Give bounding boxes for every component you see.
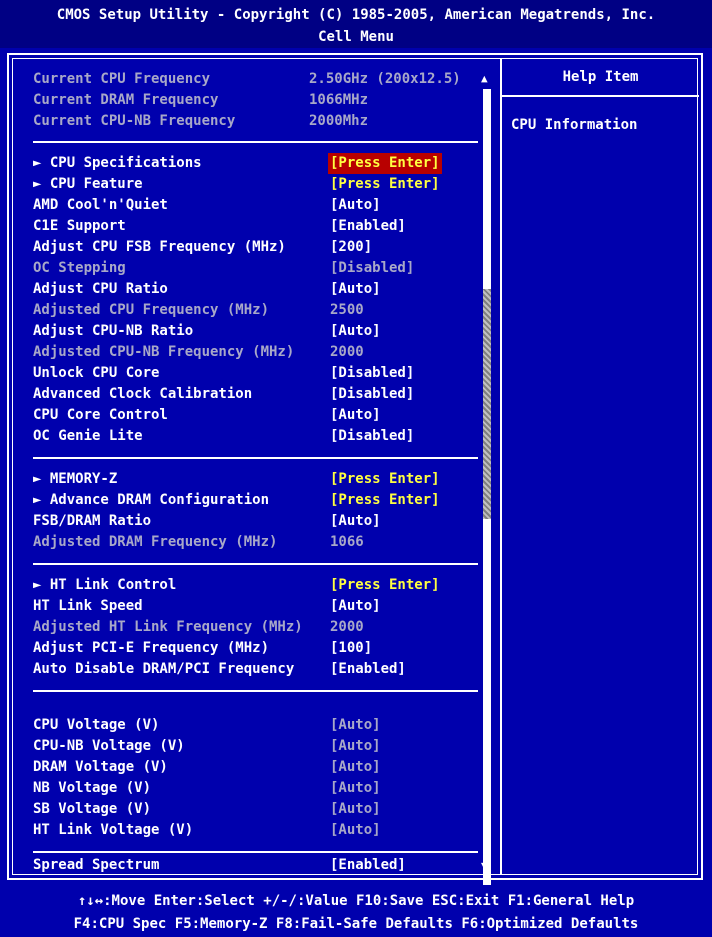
setting-label: Adjust CPU FSB Frequency (MHz) bbox=[33, 239, 286, 255]
menu-item-value[interactable]: [Press Enter] bbox=[330, 174, 440, 195]
readout-value: 1066 bbox=[330, 534, 364, 550]
setting-value[interactable]: [Enabled] bbox=[330, 659, 406, 680]
menu-item-label: ► Advance DRAM Configuration bbox=[33, 492, 270, 508]
setting-label: Adjust CPU Ratio bbox=[33, 281, 168, 297]
setting-label: HT Link Voltage (V) bbox=[33, 822, 194, 838]
setting-value[interactable]: [Auto] bbox=[330, 511, 381, 532]
menu-item-label: ► CPU Specifications bbox=[33, 155, 202, 171]
setting-value[interactable]: [Enabled] bbox=[330, 855, 406, 876]
readout-label: Adjusted CPU Frequency (MHz) bbox=[33, 302, 270, 318]
copyright-title: CMOS Setup Utility - Copyright (C) 1985-… bbox=[56, 7, 656, 23]
readout-label: Adjusted HT Link Frequency (MHz) bbox=[33, 619, 303, 635]
setting-value[interactable]: [Auto] bbox=[330, 757, 381, 778]
menu-item-value-selected[interactable]: [Press Enter] bbox=[328, 153, 442, 174]
menu-item-value[interactable]: [Press Enter] bbox=[330, 575, 440, 596]
setting-value[interactable]: [Auto] bbox=[330, 820, 381, 841]
menu-item-label: ► CPU Feature bbox=[33, 176, 143, 192]
setting-label: HT Link Speed bbox=[33, 598, 143, 614]
setting-label: CPU Core Control bbox=[33, 407, 168, 423]
help-divider bbox=[502, 95, 699, 97]
setting-value[interactable]: [100] bbox=[330, 638, 372, 659]
setting-value[interactable]: [Auto] bbox=[330, 778, 381, 799]
readout-value: 2000 bbox=[330, 619, 364, 635]
setting-label: OC Stepping bbox=[33, 260, 126, 276]
setting-label: CPU Voltage (V) bbox=[33, 717, 160, 733]
info-label: Current CPU-NB Frequency bbox=[33, 113, 236, 129]
setting-label: CPU-NB Voltage (V) bbox=[33, 738, 185, 754]
setting-value[interactable]: [Auto] bbox=[330, 279, 381, 300]
section-divider bbox=[33, 851, 478, 853]
help-text: CPU Information bbox=[511, 117, 638, 133]
setting-value[interactable]: [Disabled] bbox=[330, 426, 414, 447]
setting-value[interactable]: [Auto] bbox=[330, 736, 381, 757]
menu-title: Cell Menu bbox=[318, 29, 394, 45]
readout-label: Adjusted CPU-NB Frequency (MHz) bbox=[33, 344, 295, 360]
key-help-line-2: F4:CPU Spec F5:Memory-Z F8:Fail-Safe Def… bbox=[73, 916, 639, 932]
info-label: Current DRAM Frequency bbox=[33, 92, 219, 108]
section-divider bbox=[33, 457, 478, 459]
setting-label: DRAM Voltage (V) bbox=[33, 759, 168, 775]
setting-label: SB Voltage (V) bbox=[33, 801, 152, 817]
panel-divider bbox=[500, 59, 502, 874]
setting-value[interactable]: [Auto] bbox=[330, 321, 381, 342]
key-help-line-1: ↑↓↔:Move Enter:Select +/-/:Value F10:Sav… bbox=[77, 893, 635, 909]
scroll-up-arrow-icon[interactable]: ▲ bbox=[481, 72, 488, 85]
info-value: 2000Mhz bbox=[309, 113, 369, 129]
setting-value[interactable]: [Auto] bbox=[330, 405, 381, 426]
setting-value[interactable]: [Disabled] bbox=[330, 384, 414, 405]
setting-value[interactable]: [Disabled] bbox=[330, 363, 414, 384]
setting-label: Spread Spectrum bbox=[33, 857, 160, 873]
title-bar: CMOS Setup Utility - Copyright (C) 1985-… bbox=[0, 0, 712, 48]
scroll-down-arrow-icon[interactable]: ▼ bbox=[481, 859, 488, 872]
readout-value: 2000 bbox=[330, 344, 364, 360]
setting-label: Auto Disable DRAM/PCI Frequency bbox=[33, 661, 295, 677]
setting-value[interactable]: [Auto] bbox=[330, 596, 381, 617]
setting-label: Adjust PCI-E Frequency (MHz) bbox=[33, 640, 270, 656]
scrollbar-thumb[interactable] bbox=[483, 289, 491, 519]
help-title: Help Item bbox=[562, 69, 639, 85]
setting-label: C1E Support bbox=[33, 218, 126, 234]
section-divider bbox=[33, 563, 478, 565]
setting-label: Advanced Clock Calibration bbox=[33, 386, 253, 402]
setting-value[interactable]: [Enabled] bbox=[330, 216, 406, 237]
info-value: 1066MHz bbox=[309, 92, 369, 108]
setting-label: Unlock CPU Core bbox=[33, 365, 160, 381]
setting-label: FSB/DRAM Ratio bbox=[33, 513, 152, 529]
setting-label: OC Genie Lite bbox=[33, 428, 143, 444]
info-label: Current CPU Frequency bbox=[33, 71, 211, 87]
panel-inner-border: Help Item CPU Information Current CPU Fr… bbox=[12, 58, 699, 885]
setting-value[interactable]: [Auto] bbox=[330, 715, 381, 736]
section-divider bbox=[33, 141, 478, 143]
key-help-bar: ↑↓↔:Move Enter:Select +/-/:Value F10:Sav… bbox=[0, 890, 712, 936]
setting-value: [Disabled] bbox=[330, 260, 415, 276]
main-panel: Help Item CPU Information Current CPU Fr… bbox=[7, 53, 703, 885]
menu-item-label: ► MEMORY-Z bbox=[33, 471, 118, 487]
readout-value: 2500 bbox=[330, 302, 364, 318]
menu-item-value[interactable]: [Press Enter] bbox=[330, 469, 440, 490]
readout-label: Adjusted DRAM Frequency (MHz) bbox=[33, 534, 278, 550]
setting-label: AMD Cool'n'Quiet bbox=[33, 197, 168, 213]
menu-item-label: ► HT Link Control bbox=[33, 577, 177, 593]
setting-label: NB Voltage (V) bbox=[33, 780, 152, 796]
setting-value[interactable]: [Auto] bbox=[330, 195, 381, 216]
section-divider bbox=[33, 690, 478, 692]
setting-value[interactable]: [Auto] bbox=[330, 799, 381, 820]
setting-value[interactable]: [200] bbox=[330, 237, 372, 258]
info-value: 2.50GHz (200x12.5) bbox=[309, 71, 461, 87]
setting-label: Adjust CPU-NB Ratio bbox=[33, 323, 194, 339]
menu-item-value[interactable]: [Press Enter] bbox=[330, 490, 440, 511]
